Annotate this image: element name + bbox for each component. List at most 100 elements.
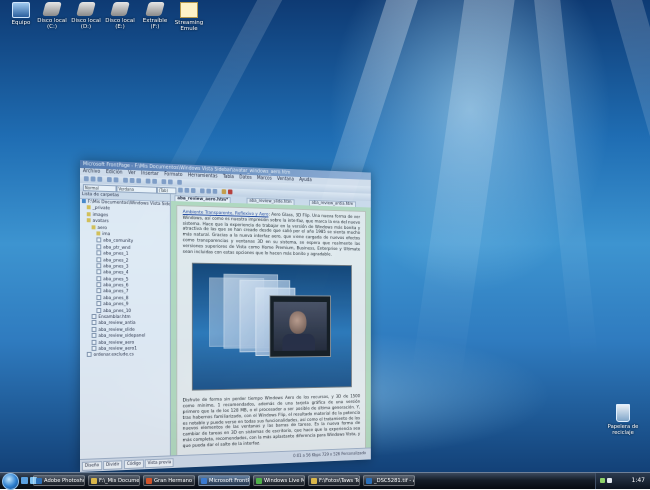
desktop-icon-label: Disco local (E:) <box>105 18 135 30</box>
file-icon <box>96 275 102 281</box>
undo-icon[interactable] <box>145 178 151 184</box>
light-beam <box>530 0 598 360</box>
taskbar-button[interactable]: Adobe Photoshop <box>33 475 85 486</box>
taskbar-button-label: Adobe Photoshop <box>44 478 85 484</box>
drive-icon <box>110 2 130 16</box>
align-right-icon[interactable] <box>212 188 218 194</box>
recycle-bin[interactable]: Papelera de reciclaje <box>602 404 644 436</box>
app-icon <box>256 478 262 484</box>
network-icon[interactable] <box>600 478 605 483</box>
desktop-icon-extraible-f[interactable]: Extraíble (F:) <box>138 2 172 30</box>
folder-list-item-label: aba_pnes_4 <box>103 270 129 276</box>
file-icon <box>96 269 102 275</box>
desktop-icon-disco-local-e[interactable]: Disco local (E:) <box>103 2 137 30</box>
menu-item[interactable]: Insertar <box>141 171 158 177</box>
frontpage-window[interactable]: Microsoft FrontPage - F:\Mis Documentos\… <box>80 160 371 472</box>
copy-icon[interactable] <box>129 177 135 184</box>
menu-item[interactable]: Edición <box>106 170 123 176</box>
file-icon <box>86 352 92 358</box>
menu-item[interactable]: Formato <box>164 172 182 178</box>
light-beam <box>600 0 650 349</box>
taskbar-button-label: Microsoft FrontP... <box>209 478 250 484</box>
start-orb-icon[interactable] <box>2 473 19 490</box>
drive-icon <box>76 2 96 16</box>
page-paragraph-top: Ambiente Transparente, Reflexivo y Aero:… <box>182 210 361 258</box>
italic-icon[interactable] <box>184 187 190 193</box>
document-icon <box>180 2 198 18</box>
align-center-icon[interactable] <box>206 188 211 194</box>
folder-list-item-label: aba_pnes_7 <box>103 289 129 295</box>
taskbar-button[interactable]: F:\_Mis Documen... <box>88 475 140 486</box>
design-view: Ambiente Transparente, Reflexivo y Aero:… <box>170 200 371 457</box>
status-info: 0:01 a 56 Kbps 729 x 526 Personalizado <box>293 451 366 460</box>
image-icon[interactable] <box>168 179 173 185</box>
desktop-icon-label: Streaming Emule <box>174 20 204 32</box>
folder-list-item-label: aba_pnes_8 <box>103 295 129 302</box>
taskbar-button[interactable]: Microsoft FrontP... <box>198 475 250 486</box>
taskbar-button[interactable]: _DSC5281.tif - Ac... <box>363 475 415 486</box>
recycle-bin-label: Papelera de reciclaje <box>607 424 639 436</box>
menu-item[interactable]: Marcos <box>257 176 272 181</box>
file-icon <box>91 345 97 351</box>
taskbar-button[interactable]: Gran Hermano V... <box>143 475 195 486</box>
app-icon <box>311 478 317 484</box>
underline-icon[interactable] <box>190 188 196 194</box>
print-icon[interactable] <box>106 177 112 183</box>
preview-icon[interactable] <box>113 177 119 183</box>
file-icon <box>96 282 102 288</box>
taskbar-button-label: _DSC5281.tif - Ac... <box>374 478 414 484</box>
file-icon <box>91 333 97 339</box>
taskbar-button-label: Windows Live M... <box>264 478 304 484</box>
desktop-icon-disco-local-d[interactable]: Disco local (D:) <box>69 2 103 30</box>
bold-icon[interactable] <box>178 187 183 193</box>
save-icon[interactable] <box>97 176 103 182</box>
link-icon[interactable] <box>177 179 182 185</box>
align-left-icon[interactable] <box>200 188 205 194</box>
folder-list-item-label: aba_review_antia <box>98 321 136 327</box>
menu-item[interactable]: Tabla <box>223 175 234 180</box>
folder-icon <box>86 218 91 223</box>
menu-item[interactable]: Datos <box>239 175 251 180</box>
flip3d-screenshot <box>191 263 352 391</box>
view-tab-design[interactable]: Diseño <box>81 461 102 471</box>
app-icon <box>36 478 42 484</box>
app-icon <box>201 478 207 484</box>
folder-list-item-label: avatars <box>92 219 109 225</box>
paste-icon[interactable] <box>136 178 142 184</box>
new-icon[interactable] <box>83 176 89 182</box>
desktop-icon-label: Disco local (C:) <box>37 18 67 30</box>
clock[interactable]: 1:47 <box>632 473 645 489</box>
view-tab-code[interactable]: Código <box>124 459 144 470</box>
file-icon <box>96 294 102 300</box>
show-desktop-icon[interactable] <box>21 477 28 484</box>
page-canvas[interactable]: Ambiente Transparente, Reflexivo y Aero:… <box>176 205 366 457</box>
notification-area: 1:47 <box>595 473 650 489</box>
folder-list-item-label: aba_review_slide <box>98 327 135 333</box>
font-color-icon[interactable] <box>227 189 233 195</box>
folder-list-item[interactable]: ordenar.exclude.cs <box>80 351 170 358</box>
file-icon <box>91 320 97 326</box>
menu-item[interactable]: Archivo <box>83 169 100 175</box>
computer-icon <box>12 2 30 18</box>
highlight-icon[interactable] <box>221 189 227 195</box>
file-icon <box>91 314 97 320</box>
taskbar-button[interactable]: F:\Fotos\Taws Te... <box>308 475 360 486</box>
file-icon <box>96 301 102 307</box>
open-icon[interactable] <box>90 176 96 182</box>
light-beam <box>411 0 520 380</box>
file-icon <box>96 263 102 269</box>
folder-icon <box>86 211 91 217</box>
desktop-icon-equipo[interactable]: Equipo <box>4 2 38 26</box>
table-icon[interactable] <box>161 179 167 185</box>
desktop-icon-disco-local-c[interactable]: Disco local (C:) <box>35 2 69 30</box>
cut-icon[interactable] <box>123 177 128 183</box>
redo-icon[interactable] <box>152 178 157 184</box>
taskbar-button[interactable]: Windows Live M... <box>253 475 305 486</box>
view-tab-split[interactable]: Dividir <box>103 460 123 471</box>
menu-item[interactable]: Ayuda <box>299 178 312 183</box>
view-tab-preview[interactable]: Vista previa <box>144 458 174 469</box>
volume-icon[interactable] <box>607 478 612 483</box>
menu-item[interactable]: Ver <box>128 171 135 176</box>
menu-item[interactable]: Ventana <box>277 177 294 182</box>
desktop-icon-streaming-emule[interactable]: Streaming Emule <box>172 2 206 32</box>
